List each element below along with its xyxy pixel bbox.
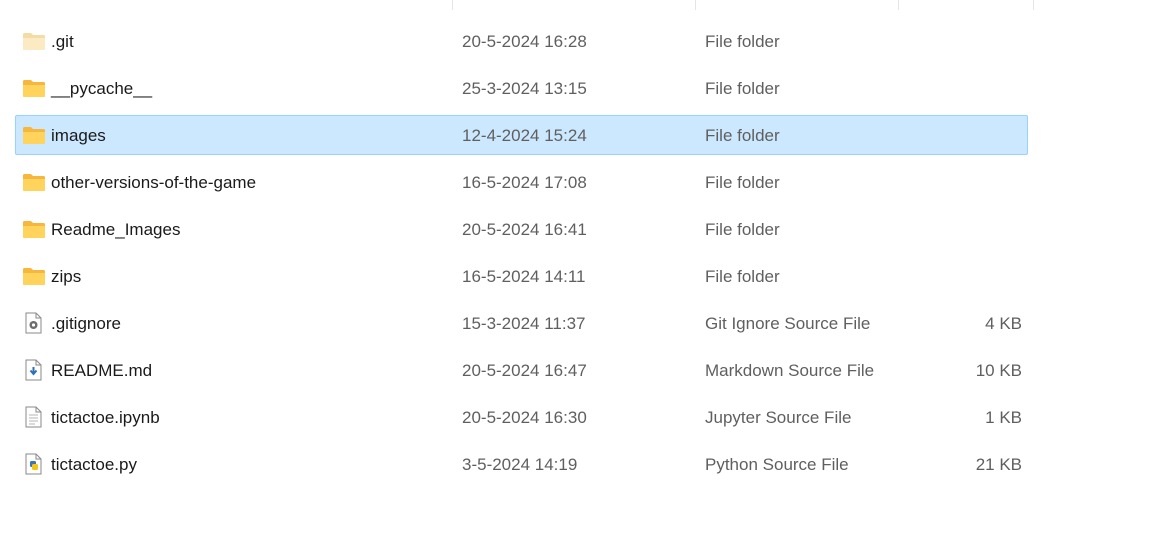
file-type: File folder [705,220,780,239]
file-name: images [51,126,106,145]
file-name: README.md [51,361,153,380]
column-separator[interactable] [898,0,899,10]
file-row[interactable]: tictactoe.py 3-5-2024 14:19 Python Sourc… [15,444,1028,484]
file-name: .gitignore [51,314,121,333]
settings-file-icon [22,312,46,334]
folder-icon [22,77,46,99]
file-type: Markdown Source File [705,361,875,380]
file-name: other-versions-of-the-game [51,173,257,192]
folder-icon [22,124,46,146]
file-type: File folder [705,126,780,145]
file-size: 4 KB [985,314,1022,333]
markdown-file-icon [22,359,46,381]
folder-icon [22,265,46,287]
python-file-icon [22,453,46,475]
folder-icon [22,171,46,193]
file-row[interactable]: images 12-4-2024 15:24 File folder [15,115,1028,155]
folder-icon [22,218,46,240]
file-list: .git 20-5-2024 16:28 File folder __pycac… [0,0,1158,537]
file-size: 10 KB [975,361,1022,380]
file-date-modified: 25-3-2024 13:15 [462,79,587,98]
file-size: 21 KB [975,455,1022,474]
file-size: 1 KB [985,408,1022,427]
file-type: Python Source File [705,455,849,474]
file-date-modified: 3-5-2024 14:19 [462,455,578,474]
file-type: Git Ignore Source File [705,314,871,333]
file-row[interactable]: other-versions-of-the-game 16-5-2024 17:… [15,162,1028,202]
file-date-modified: 16-5-2024 14:11 [462,267,586,286]
file-row[interactable]: .git 20-5-2024 16:28 File folder [15,21,1028,61]
text-file-icon [22,406,46,428]
file-date-modified: 16-5-2024 17:08 [462,173,587,192]
file-date-modified: 12-4-2024 15:24 [462,126,587,145]
file-date-modified: 20-5-2024 16:47 [462,361,587,380]
column-separator[interactable] [1033,0,1034,10]
file-row[interactable]: Readme_Images 20-5-2024 16:41 File folde… [15,209,1028,249]
file-date-modified: 15-3-2024 11:37 [462,314,586,333]
file-type: Jupyter Source File [705,408,852,427]
folder-icon [22,30,46,52]
file-date-modified: 20-5-2024 16:41 [462,220,587,239]
file-date-modified: 20-5-2024 16:28 [462,32,587,51]
file-name: .git [51,32,74,51]
file-type: File folder [705,267,780,286]
file-name: tictactoe.ipynb [51,408,160,427]
file-row[interactable]: zips 16-5-2024 14:11 File folder [15,256,1028,296]
file-name: zips [51,267,82,286]
file-date-modified: 20-5-2024 16:30 [462,408,587,427]
file-name: Readme_Images [51,220,181,239]
column-separator[interactable] [452,0,453,10]
file-row[interactable]: README.md 20-5-2024 16:47 Markdown Sourc… [15,350,1028,390]
file-row[interactable]: tictactoe.ipynb 20-5-2024 16:30 Jupyter … [15,397,1028,437]
file-type: File folder [705,173,780,192]
column-separator[interactable] [695,0,696,10]
file-type: File folder [705,32,780,51]
file-row[interactable]: .gitignore 15-3-2024 11:37 Git Ignore So… [15,303,1028,343]
file-type: File folder [705,79,780,98]
file-name: __pycache__ [51,79,153,98]
file-name: tictactoe.py [51,455,137,474]
file-row[interactable]: __pycache__ 25-3-2024 13:15 File folder [15,68,1028,108]
